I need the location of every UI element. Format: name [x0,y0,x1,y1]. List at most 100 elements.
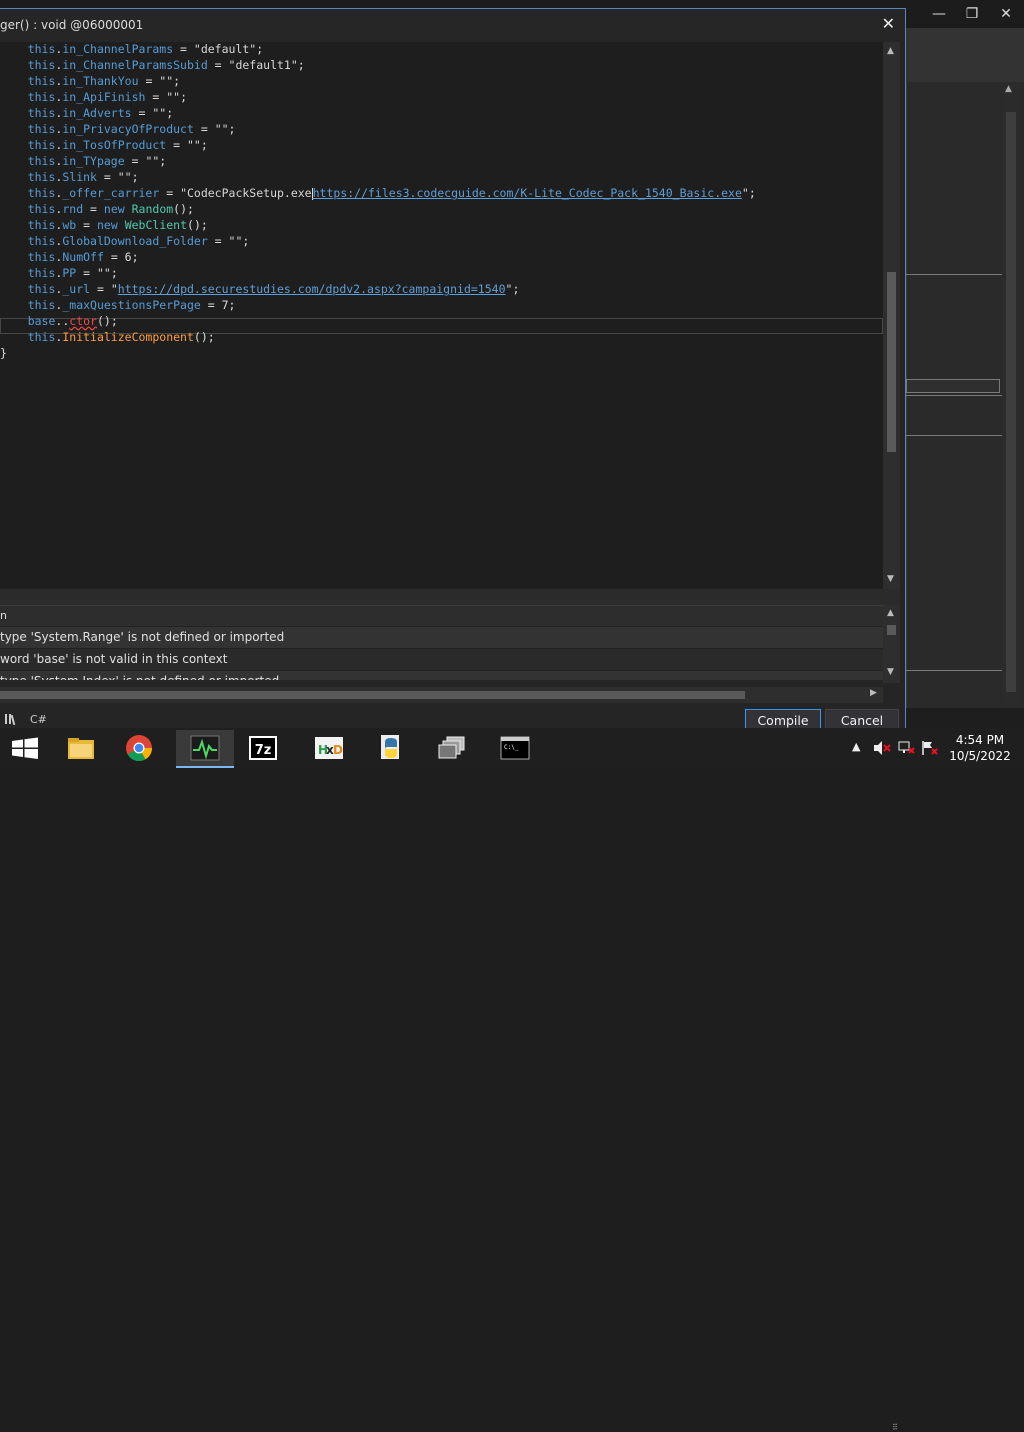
error-list-vertical-scrollbar[interactable]: ▲ ▼ [883,605,900,683]
code-line[interactable]: this.in_ThankYou = ""; [0,73,756,89]
code-line[interactable]: this._maxQuestionsPerPage = 7; [0,297,756,313]
editor-footer [0,589,900,605]
code-token: rnd [62,202,84,216]
code-token: ; [748,186,756,200]
taskbar-task-view[interactable] [424,730,482,768]
restore-button[interactable]: ❐ [957,3,987,25]
network-icon[interactable] [897,740,915,780]
background-scroll-thumb[interactable] [1006,112,1016,692]
code-link[interactable]: https://dpd.securestudies.com/dpdv2.aspx… [118,282,506,296]
close-window-button[interactable]: ✕ [991,3,1021,25]
code-token: = [131,106,153,120]
code-token: ; [173,74,181,88]
code-editor[interactable]: this.in_ChannelParams = "default"; this.… [0,42,883,589]
code-token: = [207,58,229,72]
code-line[interactable]: this.in_TosOfProduct = ""; [0,137,756,153]
code-line[interactable]: this.Slink = ""; [0,169,756,185]
code-token: = [138,74,160,88]
error-list[interactable]: n type 'System.Range' is not defined or … [0,605,883,680]
terminal-icon: C:\_ [500,736,530,760]
code-token: in_ChannelParams [62,42,174,56]
code-link[interactable]: https://files3.codecguide.com/K-Lite_Cod… [313,186,742,200]
folder-icon [68,738,94,759]
error-scroll-thumb[interactable] [887,625,896,635]
scroll-down-icon[interactable]: ▼ [887,667,894,677]
error-row[interactable]: type 'System.Range' is not defined or im… [0,626,883,648]
code-token: new [103,202,125,216]
code-line[interactable]: this.InitializeComponent(); [0,329,756,345]
code-token: = [207,234,229,248]
scroll-down-icon[interactable]: ▼ [887,574,894,584]
scroll-up-icon[interactable]: ▲ [1005,84,1012,94]
code-token: in_PrivacyOfProduct [62,122,194,136]
taskbar-file-explorer[interactable] [52,730,110,768]
code-line[interactable]: this._offer_carrier = "CodecPackSetup.ex… [0,185,756,201]
code-token: = [76,218,97,232]
scroll-right-icon[interactable]: ▶ [870,688,877,698]
scroll-up-icon[interactable]: ▲ [887,46,894,56]
system-clock[interactable]: 4:54 PM 10/5/2022 [940,732,1020,764]
code-token: this [27,74,56,88]
editor-scroll-thumb[interactable] [887,272,896,452]
background-divider [906,670,1002,671]
dialog-titlebar: ger() : void @06000001 ✕ [0,9,905,42]
background-scrollbar[interactable]: ▲ [1002,82,1020,708]
taskbar-python[interactable] [362,730,420,768]
code-token: ; [297,58,305,72]
start-button[interactable] [0,728,50,768]
code-token: (); [193,330,215,344]
background-divider [906,274,1002,275]
code-line[interactable]: } [0,345,756,361]
dialog-close-icon[interactable]: ✕ [882,14,895,33]
code-line[interactable]: this.PP = ""; [0,265,756,281]
taskbar-chrome[interactable] [110,730,168,768]
code-token: new [96,218,118,232]
code-line[interactable]: this.wb = new WebClient(); [0,217,756,233]
code-token: this [27,170,56,184]
error-hscroll-thumb[interactable] [0,691,745,699]
code-token: ; [242,234,250,248]
code-token: ; [166,106,174,120]
error-row[interactable]: word 'base' is not valid in this context [0,648,883,670]
minimize-button[interactable]: — [924,3,954,25]
code-token: NumOff [62,250,104,264]
editor-vertical-scrollbar[interactable]: ▲ ▼ [883,42,900,589]
code-token: "" [214,122,229,136]
code-text[interactable]: this.in_ChannelParams = "default"; this.… [0,42,756,361]
code-line[interactable]: this.in_ApiFinish = ""; [0,89,756,105]
error-list-horizontal-scrollbar[interactable]: ▶ [0,687,883,703]
code-line[interactable]: this.in_TYpage = ""; [0,153,756,169]
background-splitter[interactable] [906,379,1000,393]
code-line[interactable]: this.NumOff = 6; [0,249,756,265]
code-token: (); [96,314,118,328]
code-token: in_Adverts [62,106,132,120]
background-panel-header [906,28,1024,82]
language-label: C# [30,713,47,726]
code-token: WebClient [124,218,188,232]
action-center-flag-icon[interactable] [921,740,939,780]
error-row[interactable]: type 'System.Index' is not defined or im… [0,670,883,680]
taskbar-hxd[interactable]: HxD [300,730,358,768]
library-icon[interactable] [4,713,18,728]
code-line[interactable]: this.rnd = new Random(); [0,201,756,217]
code-token: "default1" [228,58,298,72]
taskbar-command-prompt[interactable]: C:\_ [486,730,544,768]
scroll-up-icon[interactable]: ▲ [887,608,894,618]
code-line[interactable]: this.in_Adverts = ""; [0,105,756,121]
code-line[interactable]: this.in_ChannelParamsSubid = "default1"; [0,57,756,73]
code-token: ; [110,266,118,280]
show-hidden-icons-icon[interactable]: ▲ [852,740,860,780]
code-line[interactable]: this.in_PrivacyOfProduct = ""; [0,121,756,137]
code-line[interactable]: base..ctor(); [0,313,756,329]
code-line[interactable]: this.in_ChannelParams = "default"; [0,42,756,57]
volume-muted-icon[interactable] [873,740,891,780]
code-line[interactable]: this.GlobalDownload_Folder = ""; [0,233,756,249]
code-token: "" [117,170,132,184]
code-line[interactable]: this._url = "https://dpd.securestudies.c… [0,281,756,297]
taskbar-7zip[interactable]: 7z [234,730,292,768]
code-token: this [27,106,56,120]
resize-grip-icon[interactable]: ⠿ [892,1423,898,1432]
taskbar-performance-monitor[interactable] [176,730,234,768]
